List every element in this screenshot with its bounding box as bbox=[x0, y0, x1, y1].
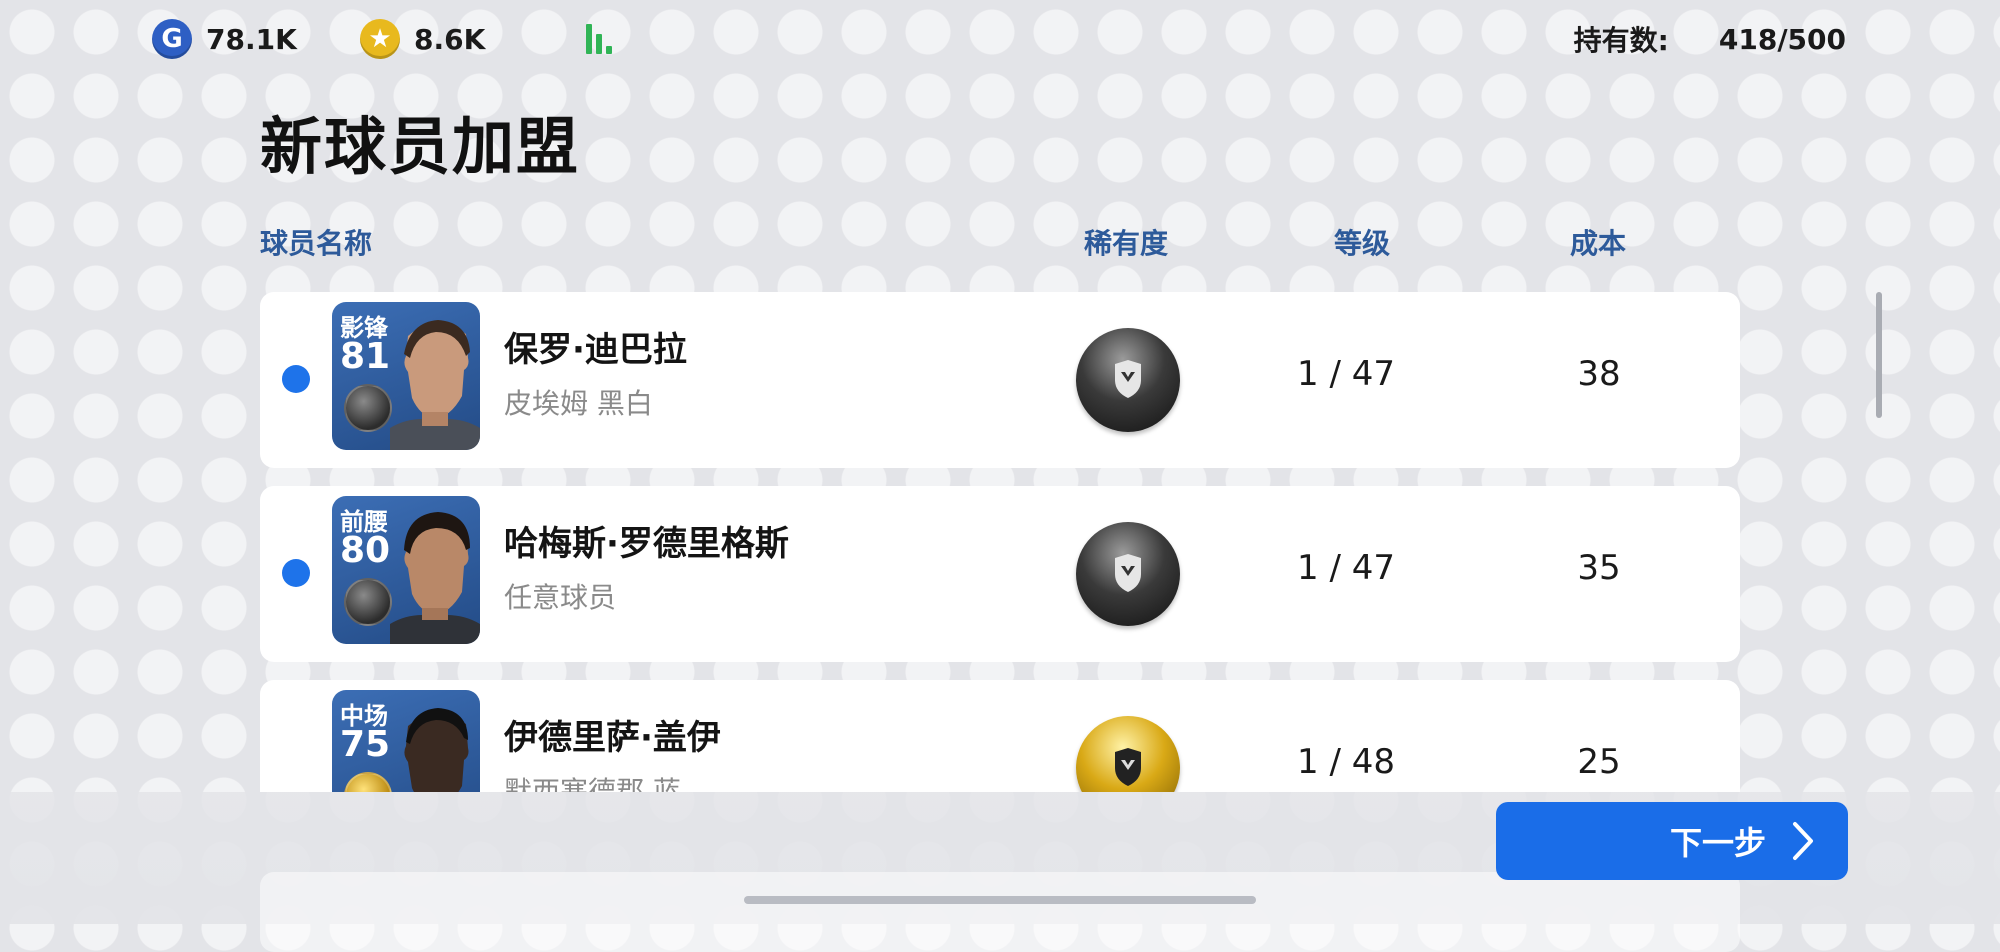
player-portrait bbox=[390, 320, 480, 450]
gold-ball-icon bbox=[1076, 716, 1180, 792]
selected-indicator bbox=[282, 559, 310, 587]
player-team: 皮埃姆 黑白 bbox=[504, 387, 653, 420]
rarity-badge-icon bbox=[344, 772, 392, 792]
player-row[interactable]: 中场 75 伊德里萨·盖伊 默西塞德郡 蓝 1 / 48 25 bbox=[260, 680, 1740, 792]
player-name: 保罗·迪巴拉 bbox=[504, 330, 687, 370]
player-level: 1 / 47 bbox=[1297, 354, 1395, 394]
list-scrollbar[interactable] bbox=[1876, 292, 1882, 418]
player-team: 任意球员 bbox=[504, 581, 617, 614]
coin-balance: ★ 8.6K bbox=[360, 18, 485, 60]
player-list[interactable]: 影锋 81 保罗·迪巴拉 皮埃姆 黑白 1 / 47 38 前腰 80 哈梅斯·… bbox=[260, 292, 1740, 792]
player-rating: 80 bbox=[340, 530, 391, 571]
rarity-badge-icon bbox=[344, 578, 392, 626]
player-name: 伊德里萨·盖伊 bbox=[504, 718, 721, 758]
page-title: 新球员加盟 bbox=[260, 110, 581, 183]
gp-balance: G 78.1K bbox=[152, 18, 297, 60]
black-ball-icon bbox=[1076, 522, 1180, 626]
player-row[interactable]: 影锋 81 保罗·迪巴拉 皮埃姆 黑白 1 / 47 38 bbox=[260, 292, 1740, 468]
signal-icon bbox=[584, 22, 618, 54]
player-cost: 35 bbox=[1577, 548, 1621, 588]
owned-count: 持有数: 418/500 bbox=[1574, 18, 1846, 60]
column-header-rarity: 稀有度 bbox=[1084, 227, 1169, 260]
player-level: 1 / 47 bbox=[1297, 548, 1395, 588]
black-ball-icon bbox=[1076, 328, 1180, 432]
player-rating: 81 bbox=[340, 336, 391, 377]
next-step-label: 下一步 bbox=[1669, 824, 1766, 862]
column-header-level: 等级 bbox=[1334, 227, 1391, 260]
partial-player-row bbox=[260, 872, 1740, 952]
coin-amount: 8.6K bbox=[414, 22, 486, 56]
owned-value: 418/500 bbox=[1718, 22, 1846, 56]
next-step-button[interactable]: 下一步 bbox=[1496, 802, 1848, 880]
chevron-right-icon bbox=[1793, 822, 1813, 860]
rarity-badge-icon bbox=[344, 384, 392, 432]
selected-indicator bbox=[282, 365, 310, 393]
owned-label: 持有数: bbox=[1573, 24, 1669, 57]
player-row[interactable]: 前腰 80 哈梅斯·罗德里格斯 任意球员 1 / 47 35 bbox=[260, 486, 1740, 662]
player-portrait bbox=[390, 512, 480, 644]
home-indicator bbox=[744, 896, 1256, 904]
player-card[interactable]: 前腰 80 bbox=[332, 496, 480, 644]
player-team: 默西塞德郡 蓝 bbox=[504, 775, 681, 792]
star-coin-icon: ★ bbox=[360, 19, 400, 59]
player-level: 1 / 48 bbox=[1297, 742, 1395, 782]
column-header-name: 球员名称 bbox=[260, 227, 373, 260]
player-card[interactable]: 中场 75 bbox=[332, 690, 480, 792]
player-cost: 38 bbox=[1577, 354, 1621, 394]
player-name: 哈梅斯·罗德里格斯 bbox=[504, 524, 789, 564]
player-cost: 25 bbox=[1577, 742, 1621, 782]
gp-amount: 78.1K bbox=[206, 22, 297, 56]
player-card[interactable]: 影锋 81 bbox=[332, 302, 480, 450]
gp-coin-icon: G bbox=[152, 19, 192, 59]
column-header-cost: 成本 bbox=[1570, 227, 1627, 260]
player-portrait bbox=[404, 708, 469, 792]
player-rating: 75 bbox=[340, 724, 391, 765]
